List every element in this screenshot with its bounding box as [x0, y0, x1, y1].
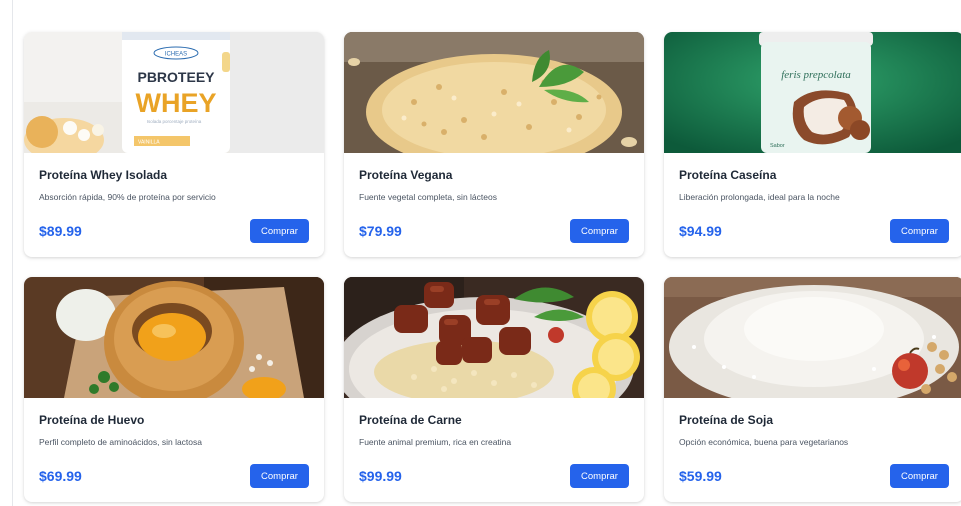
whey-jar-small: Isolada porcentaje proteína	[147, 119, 202, 124]
whey-jar-band: VAINILLA	[138, 140, 160, 146]
product-price: $89.99	[39, 223, 82, 239]
product-card-egg: Proteína de Huevo Perfil completo de ami…	[24, 277, 324, 502]
product-price: $94.99	[679, 223, 722, 239]
product-card-whey: ICHEAS PBROTEEY WHEY Isolada porcentaje …	[24, 32, 324, 257]
buy-button-egg[interactable]: Comprar	[250, 464, 309, 488]
product-price: $79.99	[359, 223, 402, 239]
product-description: Perfil completo de aminoácidos, sin lact…	[39, 437, 202, 447]
product-card-casein: feris prepcolata Sabor Proteína Caseína …	[664, 32, 961, 257]
product-title: Proteína Whey Isolada	[39, 168, 168, 182]
product-image-casein: feris prepcolata Sabor	[664, 32, 961, 153]
product-grid: ICHEAS PBROTEEY WHEY Isolada porcentaje …	[24, 32, 961, 502]
buy-button-vegan[interactable]: Comprar	[570, 219, 629, 243]
product-price: $99.99	[359, 468, 402, 484]
page-left-border	[12, 0, 13, 506]
product-title: Proteína de Soja	[679, 413, 774, 427]
product-description: Fuente vegetal completa, sin lácteos	[359, 192, 497, 202]
product-title: Proteína Vegana	[359, 168, 453, 182]
whey-jar-brand: ICHEAS	[165, 52, 187, 58]
product-description: Opción económica, buena para vegetariano…	[679, 437, 849, 447]
product-title: Proteína de Huevo	[39, 413, 145, 427]
product-price: $59.99	[679, 468, 722, 484]
products-page: ICHEAS PBROTEEY WHEY Isolada porcentaje …	[0, 0, 961, 506]
product-card-meat: Proteína de Carne Fuente animal premium,…	[344, 277, 644, 502]
whey-jar-title: PBROTEEY	[137, 69, 215, 85]
product-description: Liberación prolongada, ideal para la noc…	[679, 192, 840, 202]
product-title: Proteína Caseína	[679, 168, 777, 182]
product-price: $69.99	[39, 468, 82, 484]
product-image-egg	[24, 277, 324, 398]
buy-button-soy[interactable]: Comprar	[890, 464, 949, 488]
casein-jar-title: feris prepcolata	[781, 69, 851, 81]
product-image-whey: ICHEAS PBROTEEY WHEY Isolada porcentaje …	[24, 32, 324, 153]
product-image-soy	[664, 277, 961, 398]
buy-button-meat[interactable]: Comprar	[570, 464, 629, 488]
product-title: Proteína de Carne	[359, 413, 462, 427]
product-description: Absorción rápida, 90% de proteína por se…	[39, 192, 216, 202]
product-description: Fuente animal premium, rica en creatina	[359, 437, 512, 447]
product-card-soy: Proteína de Soja Opción económica, buena…	[664, 277, 961, 502]
product-image-vegan	[344, 32, 644, 153]
product-card-vegan: Proteína Vegana Fuente vegetal completa,…	[344, 32, 644, 257]
product-image-meat	[344, 277, 644, 398]
buy-button-whey[interactable]: Comprar	[250, 219, 309, 243]
casein-jar-small: Sabor	[770, 143, 785, 149]
whey-jar-big: WHEY	[136, 88, 217, 118]
buy-button-casein[interactable]: Comprar	[890, 219, 949, 243]
